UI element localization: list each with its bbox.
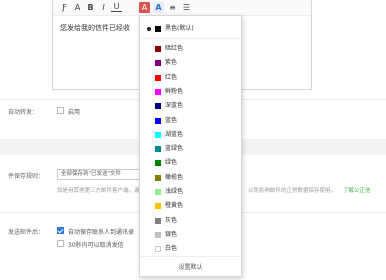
save-rule-label: 件保存规则： (8, 173, 45, 180)
editor-body-text[interactable]: 您发给我的信件已经收 (60, 23, 130, 33)
color-option-label: 湖蓝色 (165, 130, 184, 138)
color-swatch (155, 103, 161, 110)
color-option-label: 白色 (165, 245, 178, 253)
color-swatch (155, 131, 161, 138)
color-option-label: 蓝色 (165, 116, 178, 124)
font-size-icon[interactable]: A (72, 2, 83, 13)
color-option[interactable]: 绿色 (140, 157, 241, 169)
color-option-label: 橄榄色 (165, 173, 184, 181)
color-option-label: 灰色 (165, 216, 178, 224)
italic-icon[interactable]: I (98, 2, 109, 13)
undo-send-option: 30秒内可以取消发信 (68, 242, 124, 249)
color-swatch (155, 231, 161, 238)
editor-toolbar: Ƒ A B I U A A ≡ ☰ (53, 0, 311, 16)
bold-icon[interactable]: B (85, 2, 96, 13)
font-family-icon[interactable]: Ƒ (59, 2, 70, 13)
color-option[interactable]: 暗红色 (140, 43, 241, 55)
color-option[interactable]: 深蓝色 (140, 100, 241, 112)
save-rule-hint-right: 以免影响邮件的正常数据保存使用。 (248, 188, 337, 194)
text-color-icon[interactable]: A (139, 2, 150, 13)
save-rule-hint: 如是用其他第三方邮件客户端，请 (57, 188, 140, 194)
color-option-default[interactable]: 黑色(默认) (140, 23, 241, 35)
learn-more-link[interactable]: 了解公正信 (343, 186, 371, 194)
auto-forward-option: 启用 (68, 109, 81, 116)
color-swatch (155, 217, 161, 224)
underline-icon[interactable]: U (111, 2, 122, 12)
color-swatch (155, 46, 161, 52)
color-option[interactable]: 橄榄色 (140, 172, 241, 184)
color-swatch (155, 189, 161, 195)
color-option-label: 银色 (165, 230, 178, 238)
color-swatch (155, 26, 161, 32)
color-option-label: 深蓝色 (165, 102, 184, 110)
color-option[interactable]: 鲜粉色 (140, 86, 241, 98)
color-option[interactable]: 灰色 (140, 215, 241, 227)
menu-divider (140, 256, 241, 257)
color-option-label: 紫色 (165, 59, 178, 67)
color-swatch (155, 146, 161, 153)
color-option-label: 黑色(默认) (165, 25, 194, 32)
color-option[interactable]: 紫色 (140, 57, 241, 69)
color-option-label: 绿色 (165, 159, 178, 167)
color-option-label: 红色 (165, 73, 178, 81)
color-swatch (155, 174, 161, 181)
color-option-label: 蓝绿色 (165, 145, 184, 153)
color-option-label: 暗红色 (165, 45, 184, 52)
color-option[interactable]: 蓝色 (140, 115, 241, 127)
color-swatch (155, 117, 161, 124)
undo-send-checkbox[interactable] (57, 240, 64, 247)
color-option-label: 鲜粉色 (165, 87, 184, 95)
align-icon[interactable]: ≡ (167, 2, 178, 13)
color-option[interactable]: 湖蓝色 (140, 129, 241, 141)
list-icon[interactable]: ☰ (181, 2, 192, 13)
color-option-label: 浅绿色 (165, 188, 184, 195)
color-swatch (155, 88, 161, 95)
color-swatch (155, 60, 161, 67)
menu-divider (140, 38, 241, 39)
save-rule-select[interactable]: 全部保存到"已发送"文件 (57, 169, 145, 180)
color-option[interactable]: 红色 (140, 72, 241, 84)
color-swatch (155, 246, 161, 253)
reset-default-button[interactable]: 设置默认 (140, 262, 241, 271)
color-option[interactable]: 橙黄色 (140, 200, 241, 212)
color-swatch (155, 74, 161, 81)
after-send-label: 发送邮件后： (8, 229, 45, 236)
text-color-menu: 黑色(默认) 暗红色紫色红色鲜粉色深蓝色蓝色湖蓝色蓝绿色绿色橄榄色浅绿色橙黄色灰… (139, 15, 242, 277)
color-option[interactable]: 浅绿色 (140, 186, 241, 198)
save-contacts-checkbox[interactable] (57, 227, 64, 234)
color-option[interactable]: 白色 (140, 243, 241, 255)
background-color-icon[interactable]: A (153, 2, 164, 13)
color-swatch (155, 203, 161, 210)
color-option-label: 橙黄色 (165, 202, 184, 210)
color-swatch (155, 160, 161, 167)
color-option[interactable]: 蓝绿色 (140, 143, 241, 155)
auto-forward-checkbox[interactable] (57, 107, 64, 114)
auto-forward-label: 自动转发： (8, 109, 39, 116)
color-option[interactable]: 银色 (140, 229, 241, 241)
selected-dot-icon (147, 27, 151, 31)
save-contacts-option: 自动保存联系人到通讯录 (68, 229, 135, 236)
